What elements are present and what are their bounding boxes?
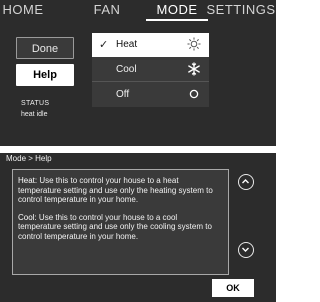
sun-icon <box>187 37 201 51</box>
active-tab-indicator <box>146 19 208 21</box>
help-text: Use this to control your house to a cool… <box>18 212 212 241</box>
snowflake-icon <box>188 62 200 76</box>
mode-option-off[interactable]: Off <box>92 83 209 107</box>
tab-home[interactable]: HOME <box>0 2 46 18</box>
help-term: Cool: <box>18 212 37 222</box>
scroll-up-button[interactable] <box>238 174 254 190</box>
help-paragraph-cool: Cool: Use this to control your house to … <box>18 213 221 242</box>
help-text: Use this to control your house to a heat… <box>18 176 213 204</box>
tab-settings[interactable]: SETTINGS <box>206 2 276 18</box>
check-icon: ✓ <box>99 39 109 51</box>
status-label: STATUS <box>21 100 50 107</box>
mode-option-label: Heat <box>116 39 138 50</box>
mode-menu: ✓ Heat Cool Off <box>92 33 209 107</box>
help-text-panel[interactable]: Heat: Use this to control your house to … <box>12 169 229 275</box>
ok-button[interactable]: OK <box>212 279 254 297</box>
tab-mode[interactable]: MODE <box>146 2 208 18</box>
help-screen: Mode > Help Heat: Use this to control yo… <box>0 153 276 302</box>
help-paragraph-heat: Heat: Use this to control your house to … <box>18 176 221 205</box>
tab-bar: HOME FAN MODE SETTINGS <box>0 0 276 21</box>
breadcrumb: Mode > Help <box>6 154 52 163</box>
status-value: heat idle <box>21 111 48 118</box>
mode-screen: HOME FAN MODE SETTINGS Done Help STATUS … <box>0 0 276 146</box>
mode-option-label: Cool <box>116 64 137 75</box>
circle-off-icon <box>189 89 199 99</box>
help-button[interactable]: Help <box>16 64 74 86</box>
chevron-down-icon <box>242 247 249 252</box>
help-term: Heat: <box>18 176 38 185</box>
mode-option-heat[interactable]: ✓ Heat <box>92 33 209 57</box>
done-button[interactable]: Done <box>16 37 74 59</box>
tab-fan[interactable]: FAN <box>88 2 126 18</box>
mode-option-label: Off <box>116 89 130 100</box>
mode-option-cool[interactable]: Cool <box>92 58 209 82</box>
chevron-up-icon <box>242 179 249 184</box>
scroll-down-button[interactable] <box>238 242 254 258</box>
